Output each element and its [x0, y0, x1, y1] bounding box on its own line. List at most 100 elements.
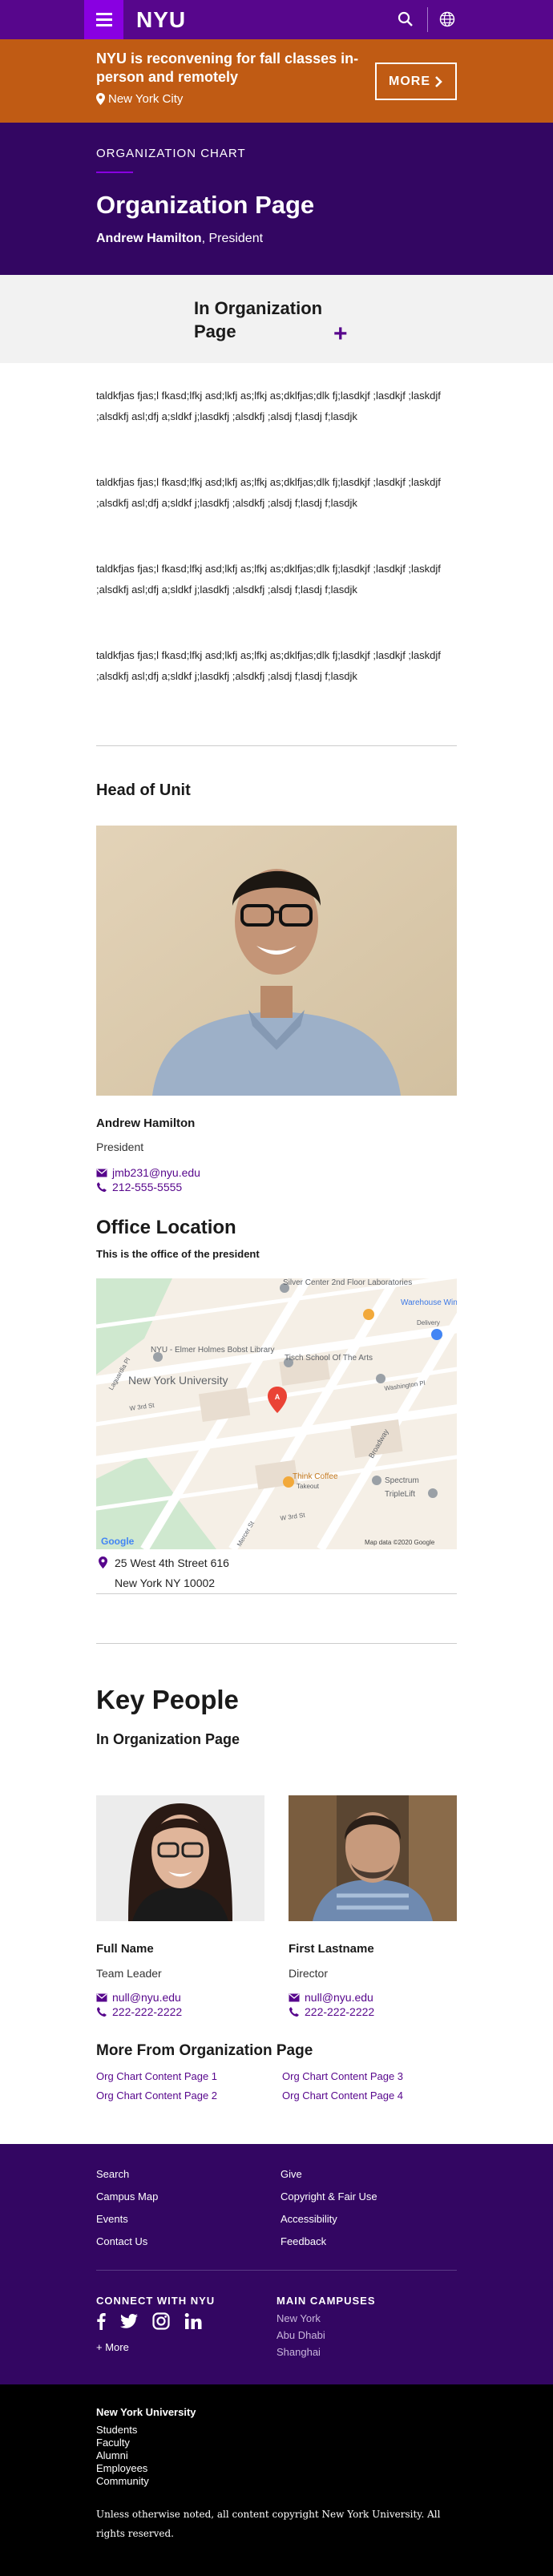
more-link[interactable]: Org Chart Content Page 2 — [96, 2089, 217, 2102]
search-icon[interactable] — [398, 11, 414, 27]
footer-link-give[interactable]: Give — [281, 2168, 302, 2180]
more-link[interactable]: Org Chart Content Page 3 — [282, 2070, 403, 2082]
footer-link-contact[interactable]: Contact Us — [96, 2235, 147, 2247]
map-label-think-coffee: Think Coffee — [293, 1472, 338, 1481]
head-of-unit-role: President — [96, 1141, 144, 1153]
bottom-title[interactable]: New York University — [96, 2406, 196, 2418]
copyright-text: Unless otherwise noted, all content copy… — [96, 2509, 441, 2539]
section-divider — [96, 745, 457, 746]
alert-location: New York City — [96, 92, 183, 106]
email-link[interactable]: jmb231@nyu.edu — [96, 1166, 200, 1179]
footer-divider — [96, 2270, 457, 2271]
bottom-link-faculty[interactable]: Faculty — [96, 2437, 130, 2449]
accordion-title[interactable]: In Organization Page — [194, 297, 346, 343]
section-divider — [96, 1593, 457, 1594]
body-paragraph: taldkfjas fjas;l fkasd;lfkj asd;lkfj as;… — [96, 476, 441, 509]
map-label-silver-center: Silver Center 2nd Floor Laboratories — [283, 1278, 412, 1287]
map-label-tisch: Tisch School Of The Arts — [285, 1354, 373, 1363]
globe-icon[interactable] — [439, 11, 455, 27]
office-location-heading: Office Location — [96, 1217, 236, 1238]
chevron-right-icon — [435, 75, 442, 87]
nav-divider — [427, 7, 428, 32]
person-email[interactable]: null@nyu.edu — [112, 1991, 181, 2004]
head-of-unit-photo — [96, 826, 457, 1096]
bottom-link-community[interactable]: Community — [96, 2475, 149, 2487]
map-label-warehouse-sub: Delivery — [417, 1319, 440, 1326]
location-pin-icon — [96, 93, 105, 105]
more-link[interactable]: Org Chart Content Page 1 — [96, 2070, 217, 2082]
org-accordion[interactable]: In Organization Page + — [0, 275, 553, 363]
envelope-icon — [96, 1169, 107, 1177]
nyu-logo[interactable]: NYU — [136, 7, 186, 33]
hero-person-role: , President — [201, 232, 264, 245]
svg-text:A: A — [275, 1393, 281, 1401]
map-label-warehouse: Warehouse Wines & Spirits — [401, 1298, 457, 1307]
map-label-nyu: New York University — [128, 1374, 228, 1387]
site-footer: Search Campus Map Events Contact Us Give… — [0, 2144, 553, 2384]
map-attribution: Map data ©2020 Google — [365, 1539, 435, 1546]
person-email-link[interactable]: null@nyu.edu — [289, 1991, 373, 2004]
phone-icon — [289, 2007, 299, 2017]
person-email-link[interactable]: null@nyu.edu — [96, 1991, 181, 2004]
covid-alert-banner: NYU is reconvening for fall classes in-p… — [0, 39, 553, 123]
phone-link[interactable]: 212-555-5555 — [96, 1181, 182, 1193]
more-link[interactable]: Org Chart Content Page 4 — [282, 2089, 403, 2102]
person-role: Director — [289, 1967, 329, 1980]
email-text[interactable]: jmb231@nyu.edu — [112, 1166, 200, 1179]
hamburger-menu-button[interactable] — [84, 0, 123, 39]
facebook-icon[interactable] — [96, 2312, 106, 2330]
person-name: First Lastname — [289, 1942, 374, 1956]
body-paragraph: taldkfjas fjas;l fkasd;lfkj asd;lkfj as;… — [96, 390, 441, 422]
campus-link-shanghai[interactable]: Shanghai — [276, 2346, 321, 2358]
person-name: Full Name — [96, 1942, 154, 1956]
person-phone[interactable]: 222-222-2222 — [305, 2005, 374, 2018]
key-people-subtitle: In Organization Page — [96, 1731, 240, 1747]
map-label-triplelift: TripleLift — [385, 1490, 415, 1499]
campus-link-new-york[interactable]: New York — [276, 2312, 321, 2324]
plus-icon[interactable]: + — [333, 322, 348, 346]
social-links — [96, 2312, 202, 2330]
address-line-2: New York NY 10002 — [115, 1577, 216, 1589]
footer-link-feedback[interactable]: Feedback — [281, 2235, 326, 2247]
social-more-link[interactable]: + More — [96, 2341, 129, 2353]
person-phone-link[interactable]: 222-222-2222 — [96, 2005, 182, 2018]
envelope-icon — [96, 1993, 107, 2001]
alert-more-button[interactable]: MORE — [375, 63, 457, 100]
person-photo — [96, 1795, 264, 1921]
campus-link-abu-dhabi[interactable]: Abu Dhabi — [276, 2329, 325, 2341]
top-navbar: NYU — [0, 0, 553, 39]
footer-link-accessibility[interactable]: Accessibility — [281, 2213, 337, 2225]
phone-text[interactable]: 212-555-5555 — [112, 1181, 182, 1193]
location-pin-icon — [99, 1557, 107, 1569]
instagram-icon[interactable] — [152, 2312, 170, 2330]
envelope-icon — [289, 1993, 300, 2001]
person-role: Team Leader — [96, 1967, 162, 1980]
head-of-unit-heading: Head of Unit — [96, 781, 191, 799]
key-people-heading: Key People — [96, 1685, 239, 1714]
bottom-link-alumni[interactable]: Alumni — [96, 2449, 128, 2461]
office-map[interactable]: A Silver Center 2nd Floor Laboratories W… — [96, 1278, 457, 1549]
phone-icon — [97, 1182, 107, 1192]
body-paragraph: taldkfjas fjas;l fkasd;lfkj asd;lkfj as;… — [96, 563, 441, 596]
office-subtitle: This is the office of the president — [96, 1248, 260, 1260]
linkedin-icon[interactable] — [184, 2312, 202, 2330]
bottom-bar: New York University Students Faculty Alu… — [0, 2384, 553, 2576]
footer-link-copyright[interactable]: Copyright & Fair Use — [281, 2190, 377, 2203]
footer-link-campus-map[interactable]: Campus Map — [96, 2190, 158, 2203]
person-phone-link[interactable]: 222-222-2222 — [289, 2005, 374, 2018]
section-divider — [96, 1643, 457, 1644]
bottom-link-employees[interactable]: Employees — [96, 2462, 147, 2474]
alert-location-text: New York City — [108, 92, 184, 106]
hero-person-name: Andrew Hamilton — [96, 232, 202, 245]
head-of-unit-name: Andrew Hamilton — [96, 1116, 196, 1130]
twitter-icon[interactable] — [120, 2314, 138, 2328]
bottom-link-students[interactable]: Students — [96, 2424, 137, 2436]
footer-link-search[interactable]: Search — [96, 2168, 129, 2180]
footer-link-events[interactable]: Events — [96, 2213, 128, 2225]
main-campuses-heading: MAIN CAMPUSES — [276, 2295, 376, 2307]
person-email[interactable]: null@nyu.edu — [305, 1991, 373, 2004]
connect-heading: CONNECT WITH NYU — [96, 2295, 216, 2307]
map-label-bobst: NYU - Elmer Holmes Bobst Library — [151, 1346, 274, 1355]
alert-title[interactable]: NYU is reconvening for fall classes in-p… — [96, 50, 369, 87]
person-phone[interactable]: 222-222-2222 — [112, 2005, 182, 2018]
